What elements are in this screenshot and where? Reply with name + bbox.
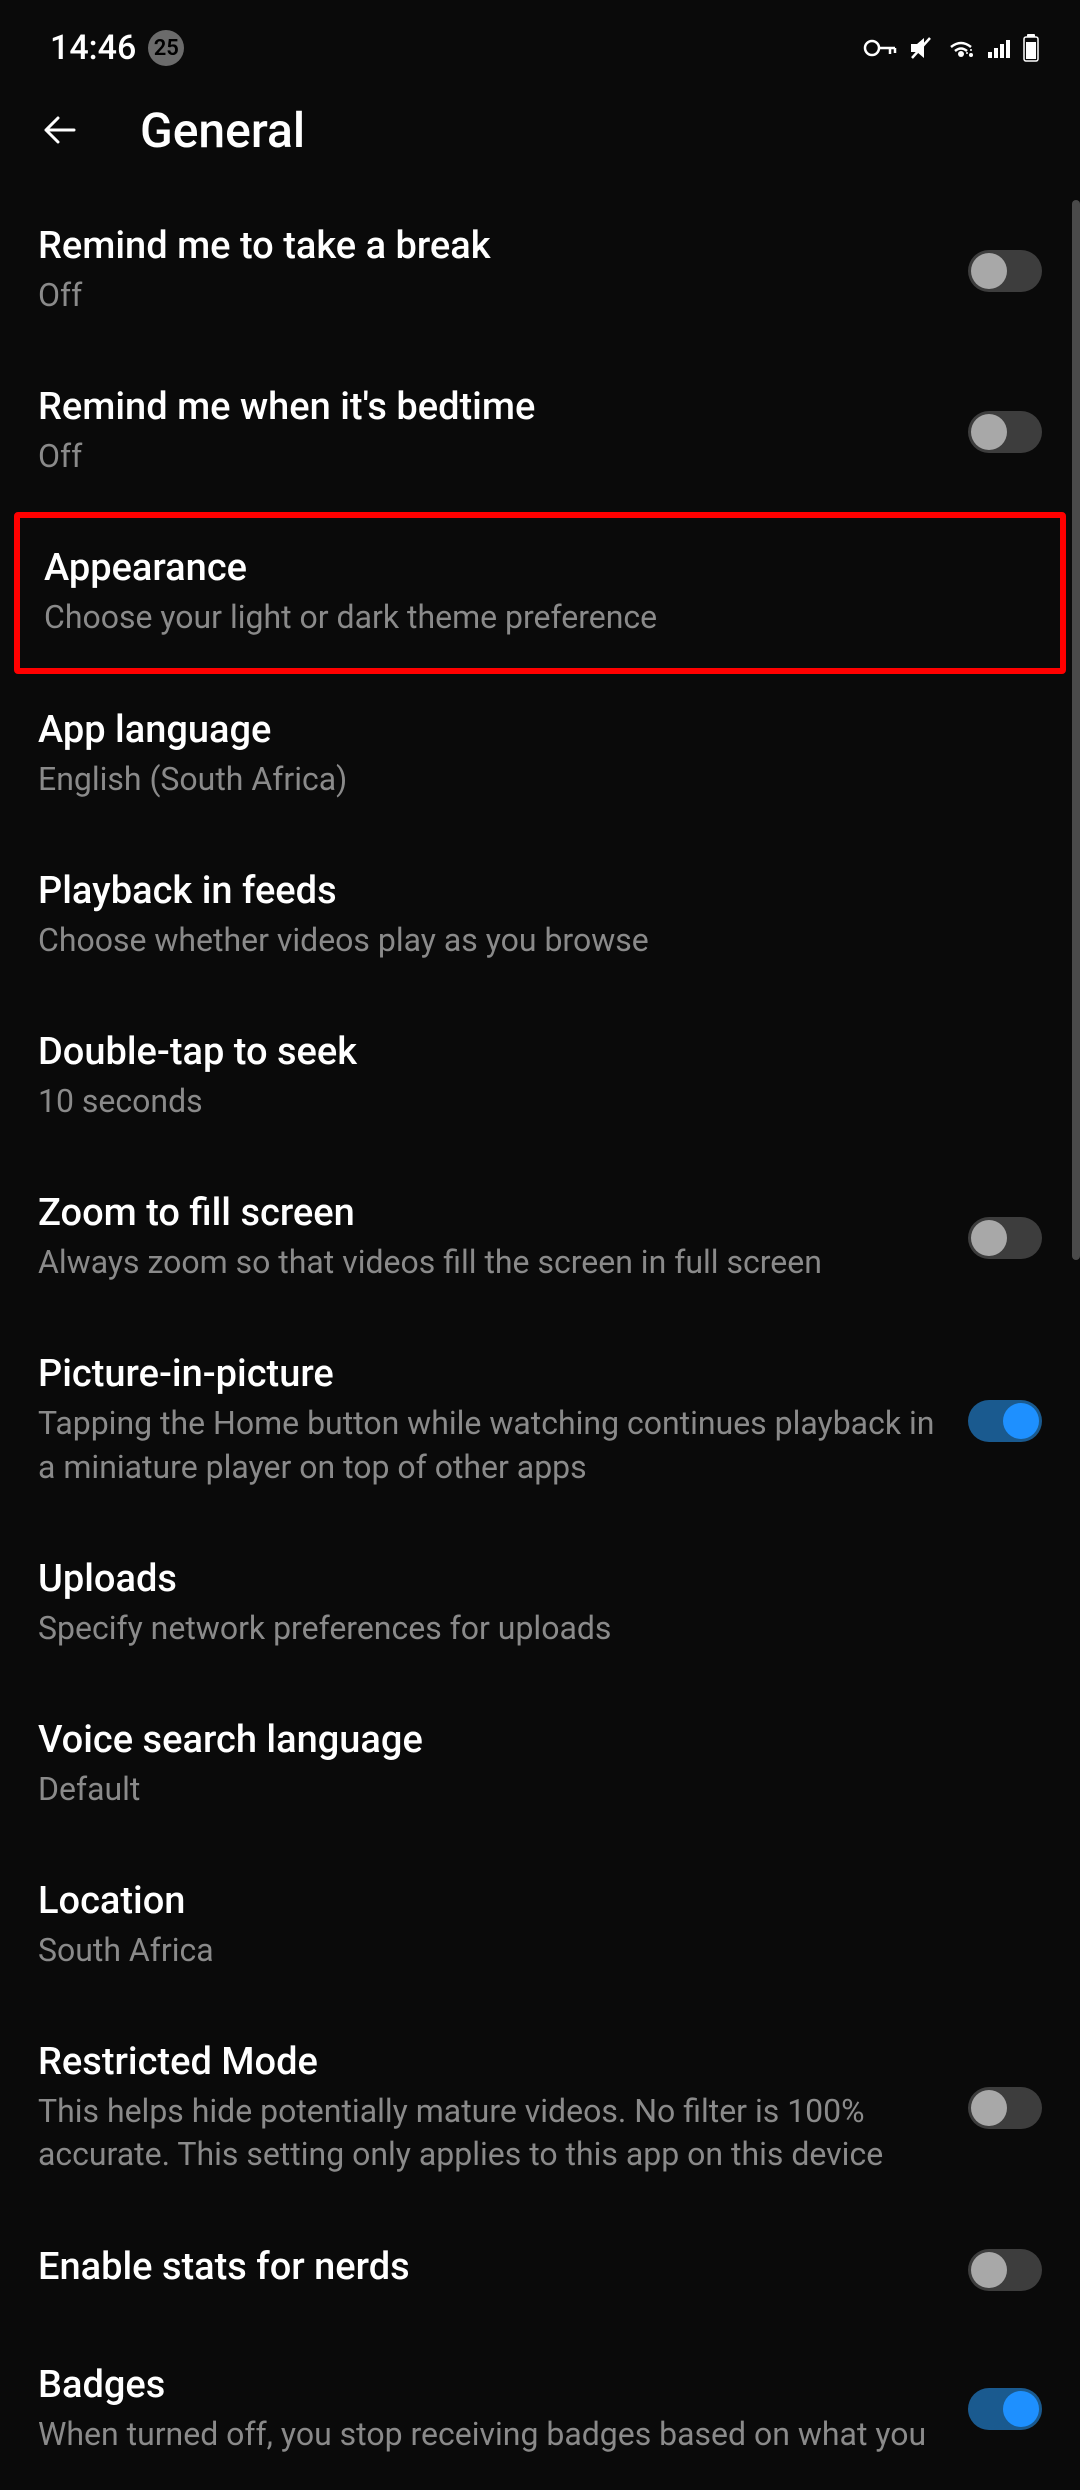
setting-title: Remind me when it's bedtime xyxy=(38,385,944,429)
setting-location[interactable]: Location South Africa xyxy=(0,1845,1080,2006)
setting-text: Zoom to fill screen Always zoom so that … xyxy=(38,1191,944,1284)
toggle-thumb xyxy=(1003,2391,1039,2427)
status-time: 14:46 xyxy=(50,28,136,68)
setting-subtitle: South Africa xyxy=(38,1929,1042,1972)
setting-text: Enable stats for nerds xyxy=(38,2245,944,2295)
setting-subtitle: Specify network preferences for uploads xyxy=(38,1607,1042,1650)
setting-subtitle: When turned off, you stop receiving badg… xyxy=(38,2413,944,2456)
toggle-thumb xyxy=(971,1220,1007,1256)
setting-playback-feeds[interactable]: Playback in feeds Choose whether videos … xyxy=(0,835,1080,996)
setting-title: Voice search language xyxy=(38,1718,1042,1762)
setting-title: App language xyxy=(38,708,1042,752)
setting-title: Double-tap to seek xyxy=(38,1030,1042,1074)
setting-text: Location South Africa xyxy=(38,1879,1042,1972)
setting-title: Zoom to fill screen xyxy=(38,1191,944,1235)
setting-text: Restricted Mode This helps hide potentia… xyxy=(38,2040,944,2176)
toggle-restricted-mode[interactable] xyxy=(968,2087,1042,2129)
setting-text: Double-tap to seek 10 seconds xyxy=(38,1030,1042,1123)
setting-text: Badges When turned off, you stop receivi… xyxy=(38,2363,944,2456)
setting-appearance[interactable]: Appearance Choose your light or dark the… xyxy=(14,512,1066,673)
setting-app-language[interactable]: App language English (South Africa) xyxy=(0,674,1080,835)
setting-voice-search-language[interactable]: Voice search language Default xyxy=(0,1684,1080,1845)
setting-title: Restricted Mode xyxy=(38,2040,944,2084)
setting-subtitle: Choose your light or dark theme preferen… xyxy=(44,596,1036,639)
setting-title: Enable stats for nerds xyxy=(38,2245,944,2289)
setting-bedtime[interactable]: Remind me when it's bedtime Off xyxy=(0,351,1080,512)
setting-restricted-mode[interactable]: Restricted Mode This helps hide potentia… xyxy=(0,2006,1080,2210)
toggle-pip[interactable] xyxy=(968,1400,1042,1442)
toggle-thumb xyxy=(971,2252,1007,2288)
setting-subtitle: Default xyxy=(38,1768,1042,1811)
setting-title: Location xyxy=(38,1879,1042,1923)
setting-text: Picture-in-picture Tapping the Home butt… xyxy=(38,1352,944,1488)
notification-count-badge: 25 xyxy=(148,30,184,66)
setting-stats-nerds[interactable]: Enable stats for nerds xyxy=(0,2211,1080,2329)
signal-icon xyxy=(986,36,1012,60)
setting-text: Voice search language Default xyxy=(38,1718,1042,1811)
setting-zoom-fill[interactable]: Zoom to fill screen Always zoom so that … xyxy=(0,1157,1080,1318)
setting-title: Playback in feeds xyxy=(38,869,1042,913)
status-bar: 14:46 25 xyxy=(0,0,1080,90)
setting-title: Appearance xyxy=(44,546,1036,590)
setting-pip[interactable]: Picture-in-picture Tapping the Home butt… xyxy=(0,1318,1080,1522)
settings-list[interactable]: Remind me to take a break Off Remind me … xyxy=(0,190,1080,2490)
setting-text: Appearance Choose your light or dark the… xyxy=(44,546,1036,639)
toggle-thumb xyxy=(971,414,1007,450)
back-button[interactable] xyxy=(30,100,90,160)
setting-subtitle: Off xyxy=(38,274,944,317)
scroll-indicator[interactable] xyxy=(1072,200,1080,1260)
setting-text: Uploads Specify network preferences for … xyxy=(38,1557,1042,1650)
setting-text: Remind me to take a break Off xyxy=(38,224,944,317)
setting-uploads[interactable]: Uploads Specify network preferences for … xyxy=(0,1523,1080,1684)
toggle-zoom-fill[interactable] xyxy=(968,1217,1042,1259)
battery-icon xyxy=(1022,34,1040,62)
key-icon xyxy=(862,36,898,60)
setting-text: Remind me when it's bedtime Off xyxy=(38,385,944,478)
toggle-badges[interactable] xyxy=(968,2388,1042,2430)
setting-title: Badges xyxy=(38,2363,944,2407)
setting-text: Playback in feeds Choose whether videos … xyxy=(38,869,1042,962)
setting-badges[interactable]: Badges When turned off, you stop receivi… xyxy=(0,2329,1080,2490)
setting-text: App language English (South Africa) xyxy=(38,708,1042,801)
setting-subtitle: 10 seconds xyxy=(38,1080,1042,1123)
mute-icon xyxy=(908,34,936,62)
setting-subtitle: Off xyxy=(38,435,944,478)
setting-title: Uploads xyxy=(38,1557,1042,1601)
toggle-remind-break[interactable] xyxy=(968,250,1042,292)
header: General xyxy=(0,90,1080,190)
setting-title: Remind me to take a break xyxy=(38,224,944,268)
toggle-thumb xyxy=(971,253,1007,289)
setting-subtitle: Tapping the Home button while watching c… xyxy=(38,1402,944,1488)
arrow-left-icon xyxy=(38,108,82,152)
setting-subtitle: This helps hide potentially mature video… xyxy=(38,2090,944,2176)
setting-subtitle: English (South Africa) xyxy=(38,758,1042,801)
page-title: General xyxy=(140,102,305,159)
toggle-thumb xyxy=(971,2090,1007,2126)
setting-subtitle: Always zoom so that videos fill the scre… xyxy=(38,1241,944,1284)
toggle-stats-nerds[interactable] xyxy=(968,2249,1042,2291)
setting-title: Picture-in-picture xyxy=(38,1352,944,1396)
status-bar-right xyxy=(862,34,1040,62)
wifi-icon xyxy=(946,36,976,60)
toggle-bedtime[interactable] xyxy=(968,411,1042,453)
setting-subtitle: Choose whether videos play as you browse xyxy=(38,919,1042,962)
setting-remind-break[interactable]: Remind me to take a break Off xyxy=(0,190,1080,351)
setting-double-tap-seek[interactable]: Double-tap to seek 10 seconds xyxy=(0,996,1080,1157)
toggle-thumb xyxy=(1003,1403,1039,1439)
status-bar-left: 14:46 25 xyxy=(50,28,184,68)
